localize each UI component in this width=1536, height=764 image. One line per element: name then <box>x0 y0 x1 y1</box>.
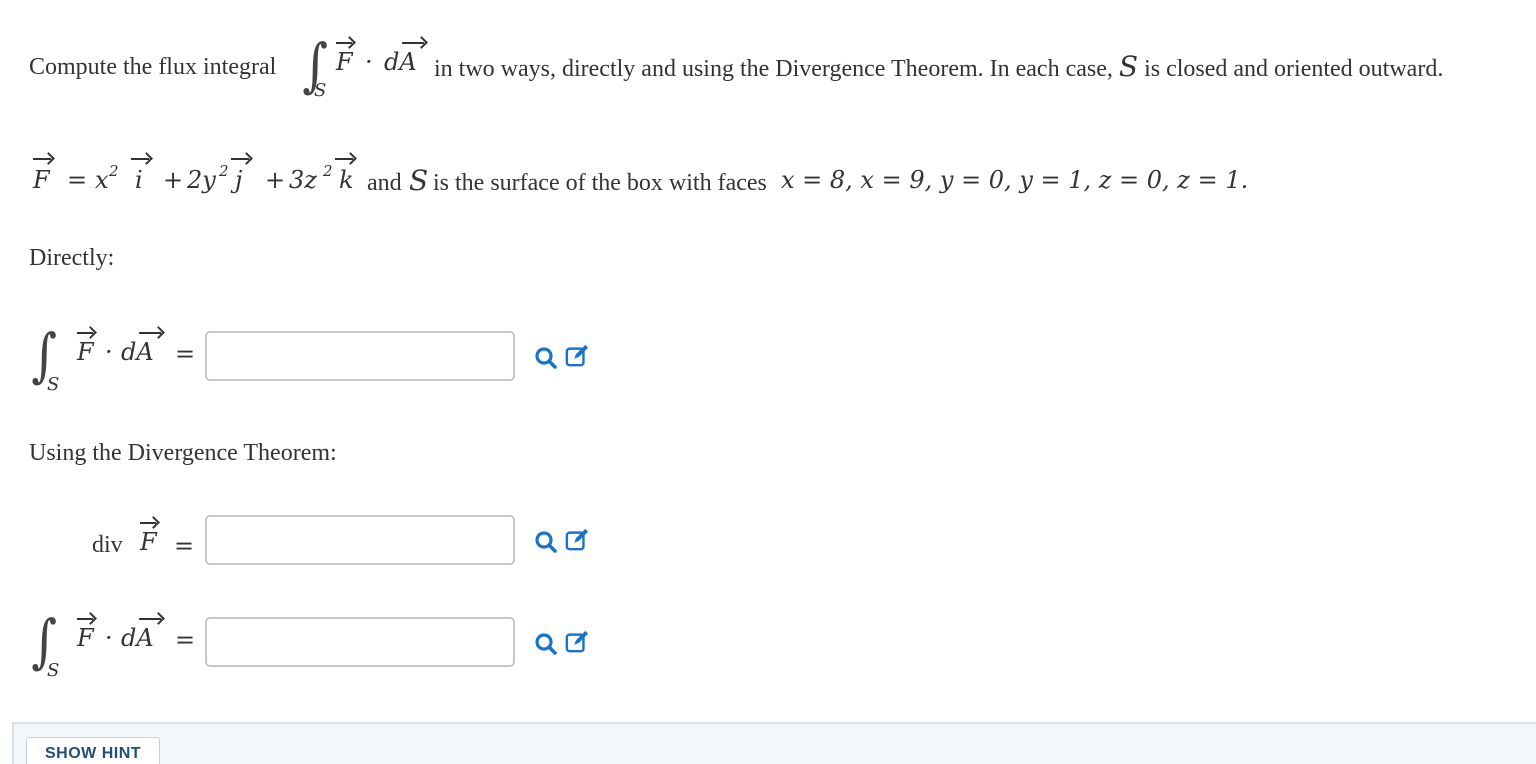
term-3: 3z <box>289 166 317 194</box>
plus-2: + <box>265 166 286 194</box>
and-text: and <box>367 170 402 196</box>
term-2-exponent: 2 <box>219 162 229 180</box>
field-definition: F = x 2 i + 2y 2 j + 3z 2 k and S is the… <box>29 150 1289 200</box>
equals-sign: = <box>174 532 195 560</box>
differential-symbol: dA <box>384 48 417 76</box>
vector-arrow <box>335 158 353 160</box>
div-f-input[interactable] <box>205 515 515 565</box>
edit-pencil-icon[interactable] <box>565 528 589 552</box>
term-1-exponent: 2 <box>109 162 119 180</box>
surface-variable: S <box>1118 50 1139 83</box>
div-f-expression: div F = <box>90 510 205 570</box>
vector-field-symbol: F <box>336 48 353 76</box>
vector-arrow <box>139 332 161 334</box>
flux-integral-expression: ∫ S F · dA <box>292 28 432 108</box>
vector-field-symbol: F <box>77 624 94 652</box>
equals-sign: = <box>175 340 196 368</box>
prompt-text-before: Compute the flux integral <box>29 54 277 80</box>
show-hint-button[interactable]: SHOW HINT <box>26 737 160 764</box>
box-faces: x = 8, x = 9, y = 0, y = 1, z = 0, z = 1… <box>781 166 1249 194</box>
differential-symbol: dA <box>121 624 154 652</box>
vector-field-symbol: F <box>77 338 94 366</box>
divergence-flux-expression: ∫ S F · dA = <box>29 604 209 684</box>
integral-subscript: S <box>314 80 327 101</box>
prompt-middle: in two ways, directly and using the Dive… <box>434 56 1113 82</box>
unit-j: j <box>235 166 243 194</box>
edit-pencil-icon[interactable] <box>565 630 589 654</box>
plus-1: + <box>163 166 184 194</box>
edit-pencil-icon[interactable] <box>565 344 589 368</box>
direct-flux-input[interactable] <box>205 331 515 381</box>
vector-arrow <box>231 158 249 160</box>
dot-operator: · <box>105 338 113 366</box>
unit-k: k <box>339 166 354 194</box>
dot-operator: · <box>105 624 113 652</box>
box-description: is the surface of the box with faces <box>433 170 767 196</box>
term-1: x <box>95 166 109 194</box>
surface-variable: S <box>409 164 429 197</box>
divergence-flux-input[interactable] <box>205 617 515 667</box>
vector-arrow <box>77 332 93 334</box>
directly-label: Directly: <box>29 245 115 271</box>
vector-arrow <box>336 42 352 44</box>
term-2: 2y <box>187 166 216 194</box>
direct-flux-expression: ∫ S F · dA = <box>29 318 209 398</box>
integral-subscript: S <box>47 660 60 681</box>
problem-page: Compute the flux integral ∫ S F · dA in … <box>0 0 1536 764</box>
integral-subscript: S <box>47 374 60 395</box>
vector-arrow <box>402 42 424 44</box>
div-text: div <box>92 532 123 558</box>
dot-operator: · <box>365 48 373 76</box>
field-equals: = <box>67 166 88 194</box>
magnifier-icon[interactable] <box>534 530 558 554</box>
field-lhs: F <box>33 166 50 194</box>
term-3-exponent: 2 <box>323 162 333 180</box>
hint-panel: SHOW HINT <box>12 722 1536 764</box>
prompt-text-after: in two ways, directly and using the Dive… <box>434 52 1443 84</box>
unit-i: i <box>135 166 143 194</box>
magnifier-icon[interactable] <box>534 632 558 656</box>
magnifier-icon[interactable] <box>534 346 558 370</box>
vector-field-symbol: F <box>140 528 157 556</box>
vector-arrow <box>33 158 51 160</box>
differential-symbol: dA <box>121 338 154 366</box>
vector-arrow <box>140 522 156 524</box>
vector-arrow <box>139 618 161 620</box>
vector-arrow <box>77 618 93 620</box>
divergence-label: Using the Divergence Theorem: <box>29 440 337 466</box>
equals-sign: = <box>175 626 196 654</box>
prompt-end: is closed and oriented outward. <box>1144 56 1444 82</box>
vector-arrow <box>131 158 149 160</box>
